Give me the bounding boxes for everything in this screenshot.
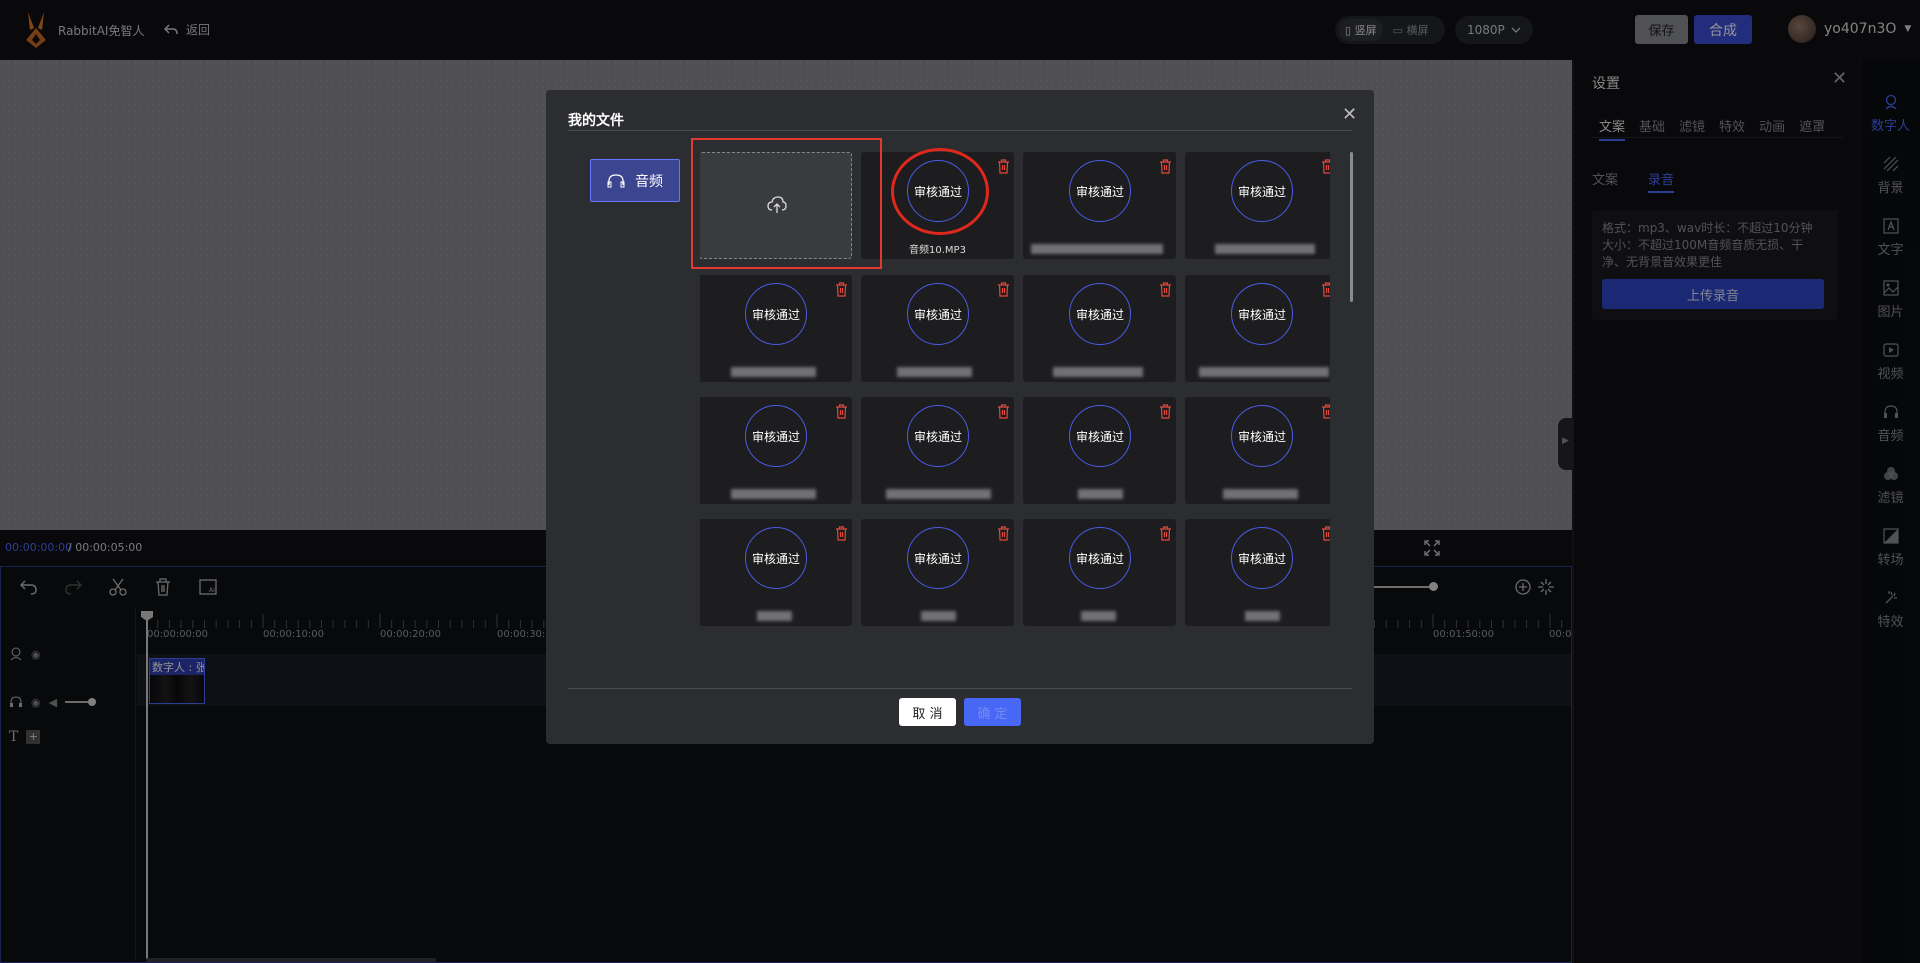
- trash-icon[interactable]: [1159, 526, 1172, 541]
- confirm-button[interactable]: 确 定: [964, 698, 1021, 726]
- divider: [568, 688, 1352, 689]
- trash-icon[interactable]: [997, 159, 1010, 174]
- audio-file-card[interactable]: 审核通过: [1185, 275, 1330, 382]
- trash-icon[interactable]: [1321, 159, 1330, 174]
- blurred-file-name: [731, 367, 816, 377]
- blurred-file-name: [886, 489, 991, 499]
- audio-file-card[interactable]: 审核通过: [700, 275, 852, 382]
- blurred-file-name: [731, 489, 816, 499]
- trash-icon[interactable]: [1159, 159, 1172, 174]
- status-badge: 审核通过: [907, 527, 969, 589]
- audio-file-card[interactable]: 审核通过 音频10.MP3: [861, 152, 1014, 259]
- blurred-file-name: [921, 611, 956, 621]
- blurred-file-name: [757, 611, 792, 621]
- status-badge: 审核通过: [1231, 527, 1293, 589]
- blurred-file-name: [897, 367, 972, 377]
- blurred-file-name: [1031, 244, 1163, 254]
- status-badge: 审核通过: [1069, 527, 1131, 589]
- blurred-file-name: [1199, 367, 1329, 377]
- status-badge: 审核通过: [745, 283, 807, 345]
- upload-drop-area[interactable]: [700, 152, 852, 259]
- close-icon[interactable]: ✕: [1342, 104, 1357, 125]
- my-files-dialog: 我的文件 ✕ 音频 审核通过 音频10.MP3 审核通过 审核通过 审核通过 审…: [546, 90, 1374, 744]
- audio-file-card[interactable]: 审核通过: [700, 519, 852, 626]
- audio-file-card[interactable]: 审核通过: [861, 275, 1014, 382]
- trash-icon[interactable]: [1321, 282, 1330, 297]
- audio-file-card[interactable]: 审核通过: [861, 519, 1014, 626]
- trash-icon[interactable]: [1321, 526, 1330, 541]
- audio-file-card[interactable]: 审核通过: [1023, 152, 1176, 259]
- trash-icon[interactable]: [835, 282, 848, 297]
- category-audio-button[interactable]: 音频: [590, 159, 680, 202]
- blurred-file-name: [1081, 611, 1116, 621]
- trash-icon[interactable]: [835, 404, 848, 419]
- blurred-file-name: [1215, 244, 1315, 254]
- trash-icon[interactable]: [1159, 404, 1172, 419]
- blurred-file-name: [1078, 489, 1123, 499]
- trash-icon[interactable]: [997, 282, 1010, 297]
- trash-icon[interactable]: [835, 526, 848, 541]
- status-badge: 审核通过: [1231, 160, 1293, 222]
- audio-file-card[interactable]: 审核通过: [1023, 519, 1176, 626]
- headphones-icon: [607, 173, 625, 187]
- status-badge: 审核通过: [907, 283, 969, 345]
- blurred-file-name: [1053, 367, 1143, 377]
- category-label: 音频: [635, 173, 663, 190]
- audio-file-card[interactable]: 审核通过: [1185, 397, 1330, 504]
- status-badge: 审核通过: [907, 160, 969, 222]
- audio-file-card[interactable]: 审核通过: [700, 397, 852, 504]
- blurred-file-name: [1223, 489, 1298, 499]
- status-badge: 审核通过: [1069, 160, 1131, 222]
- cloud-upload-icon: [767, 196, 787, 213]
- status-badge: 审核通过: [907, 405, 969, 467]
- file-name: 音频10.MP3: [909, 245, 966, 256]
- cancel-button[interactable]: 取 消: [899, 698, 956, 726]
- trash-icon[interactable]: [1321, 404, 1330, 419]
- trash-icon[interactable]: [997, 526, 1010, 541]
- dialog-title: 我的文件: [568, 113, 624, 129]
- audio-file-card[interactable]: 审核通过: [1023, 397, 1176, 504]
- file-grid: 审核通过 音频10.MP3 审核通过 审核通过 审核通过 审核通过 审核通过 审…: [700, 152, 1330, 636]
- audio-file-card[interactable]: 审核通过: [1023, 275, 1176, 382]
- trash-icon[interactable]: [1159, 282, 1172, 297]
- status-badge: 审核通过: [1231, 283, 1293, 345]
- status-badge: 审核通过: [1069, 283, 1131, 345]
- status-badge: 审核通过: [745, 527, 807, 589]
- file-grid-scrollbar[interactable]: [1350, 152, 1353, 302]
- upload-card[interactable]: [700, 152, 852, 259]
- divider: [568, 130, 1352, 131]
- trash-icon[interactable]: [997, 404, 1010, 419]
- audio-file-card[interactable]: 审核通过: [1185, 152, 1330, 259]
- audio-file-card[interactable]: 审核通过: [1185, 519, 1330, 626]
- status-badge: 审核通过: [1069, 405, 1131, 467]
- blurred-file-name: [1245, 611, 1280, 621]
- audio-file-card[interactable]: 审核通过: [861, 397, 1014, 504]
- status-badge: 审核通过: [745, 405, 807, 467]
- status-badge: 审核通过: [1231, 405, 1293, 467]
